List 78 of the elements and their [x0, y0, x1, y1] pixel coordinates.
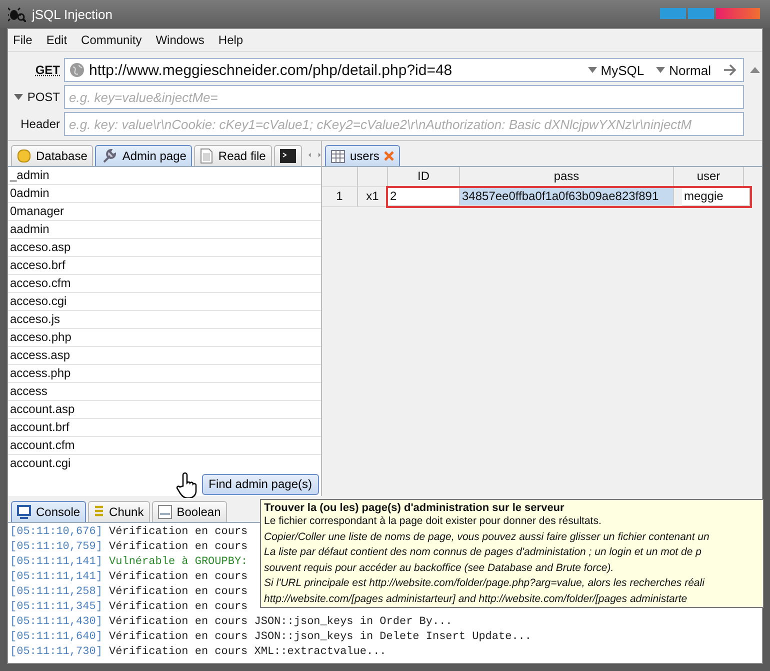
- list-item[interactable]: acceso.asp: [8, 239, 321, 257]
- terminal-icon: [280, 149, 296, 163]
- monitor-icon: [17, 505, 31, 519]
- list-item[interactable]: 0manager: [8, 203, 321, 221]
- log-line: [05:11:11,730] Vérification en cours XML::extractvalue...: [10, 645, 386, 660]
- list-item[interactable]: aadmin: [8, 221, 321, 239]
- collapse-icon[interactable]: [748, 66, 762, 74]
- list-item[interactable]: access.asp: [8, 347, 321, 365]
- table-cell[interactable]: meggie: [682, 188, 750, 206]
- list-item[interactable]: access.php: [8, 365, 321, 383]
- tooltip-title: Trouver la (ou les) page(s) d'administration sur le serveur: [264, 502, 564, 514]
- caret-icon: [14, 94, 24, 100]
- list-item[interactable]: account.brf: [8, 419, 321, 437]
- list-item[interactable]: acceso.js: [8, 311, 321, 329]
- tab[interactable]: Console: [11, 501, 86, 522]
- globe-icon: [69, 62, 85, 78]
- window-title: jSQL Injection: [32, 6, 112, 22]
- menu-item[interactable]: Windows: [156, 33, 204, 47]
- wrench-icon: [101, 148, 118, 164]
- bug-icon: [8, 6, 26, 22]
- arrow-right-icon[interactable]: [723, 64, 737, 76]
- tab[interactable]: Boolean: [152, 501, 227, 522]
- log-line: [05:11:11,141] Vulnérable à GROUPBY:: [10, 555, 248, 570]
- tooltip-text: Si l'URL principale est http://website.com/folder/page.php?arg=value, alors les recherches réali: [264, 576, 704, 591]
- header-cell: [322, 167, 358, 187]
- menu-item[interactable]: Community: [81, 33, 142, 47]
- row-number: 1: [322, 187, 358, 207]
- find-button[interactable]: Find admin page(s): [202, 474, 319, 494]
- url-field[interactable]: http://www.meggieschneider.com/php/detail.php?id=48 MySQL Normal: [64, 58, 744, 82]
- tab[interactable]: users: [325, 145, 400, 166]
- tab[interactable]: Read file: [194, 145, 272, 166]
- post-field[interactable]: e.g. key=value&injectMe=: [64, 85, 744, 109]
- table-cell[interactable]: 2: [388, 188, 460, 206]
- caret-icon: [656, 67, 666, 73]
- strategy-dropdown[interactable]: Normal: [656, 62, 711, 78]
- header-field[interactable]: e.g. key: value\r\nCookie: cKey1=cValue1; cKey2=cValue2\r\nAuthorization: Basic dXNlcjpwYXNz\r\ninjectM: [64, 112, 744, 136]
- log-line: [05:11:11,430] Vérification en cours JSON::json_keys in Order By...: [10, 615, 452, 630]
- tooltip-text: Le fichier correspondant à la page doit exister pour donner des résultats.: [264, 514, 602, 529]
- tab[interactable]: Admin page: [95, 145, 192, 166]
- table-icon: [331, 150, 345, 162]
- tab-scroll-icon[interactable]: [308, 150, 321, 160]
- tooltip-text: La liste par défaut contient des nom connus de pages d'administation ; un login et un mot de p: [264, 545, 702, 560]
- list-item[interactable]: _admin: [8, 167, 321, 185]
- database-icon: [17, 148, 31, 164]
- caret-icon: [588, 67, 597, 73]
- list-item[interactable]: account.cfm: [8, 437, 321, 455]
- log-line: [05:11:10,759] Vérification en cours: [10, 540, 248, 555]
- menu-item[interactable]: Edit: [46, 33, 68, 47]
- tooltip-text: Copier/Coller une liste de noms de page, vous pouvez aussi faire glisser un fichier contenant un: [264, 530, 710, 544]
- list-item[interactable]: acceso.cgi: [8, 293, 321, 311]
- list-item[interactable]: account.asp: [8, 401, 321, 419]
- list-item[interactable]: access: [8, 383, 321, 401]
- list-item[interactable]: acceso.cfm: [8, 275, 321, 293]
- stack-icon: [94, 505, 104, 519]
- post-label[interactable]: POST: [8, 90, 60, 104]
- database-dropdown[interactable]: MySQL: [588, 62, 644, 78]
- log-line: [05:11:11,141] Vérification en cours: [10, 570, 248, 585]
- binary-icon: [158, 505, 172, 519]
- close-icon[interactable]: [384, 151, 394, 161]
- log-line: [05:11:11,640] Vérification en cours JSON::json_keys in Delete Insert Update...: [10, 630, 532, 645]
- header-label: Header: [20, 117, 60, 131]
- log-line: [05:11:10,676] Vérification en cours: [10, 525, 248, 540]
- header-cell: [358, 167, 388, 187]
- tab[interactable]: [274, 145, 302, 166]
- list-item[interactable]: acceso.brf: [8, 257, 321, 275]
- log-line: [05:11:11,345] Vérification en cours: [10, 600, 248, 615]
- table-cell[interactable]: 34857ee0ffba0f1a0f63b09ae823f891: [460, 188, 674, 206]
- tooltip-text: http://website.com/[pages administarteur] and http://website.com/folder/[pages administarte: [264, 592, 688, 606]
- tab[interactable]: Chunk: [88, 501, 150, 522]
- document-icon: [200, 148, 214, 164]
- log-line: [05:11:11,258] Vérification en cours: [10, 585, 248, 600]
- list-item[interactable]: 0admin: [8, 185, 321, 203]
- menu-item[interactable]: Help: [218, 33, 244, 47]
- tab[interactable]: Database: [11, 145, 94, 166]
- list-item[interactable]: acceso.php: [8, 329, 321, 347]
- menu-item[interactable]: File: [13, 33, 32, 47]
- tooltip-text: souvent requis pour accéder au backoffice (see Database and Brute force).: [264, 560, 614, 576]
- method-label[interactable]: GET: [8, 63, 60, 77]
